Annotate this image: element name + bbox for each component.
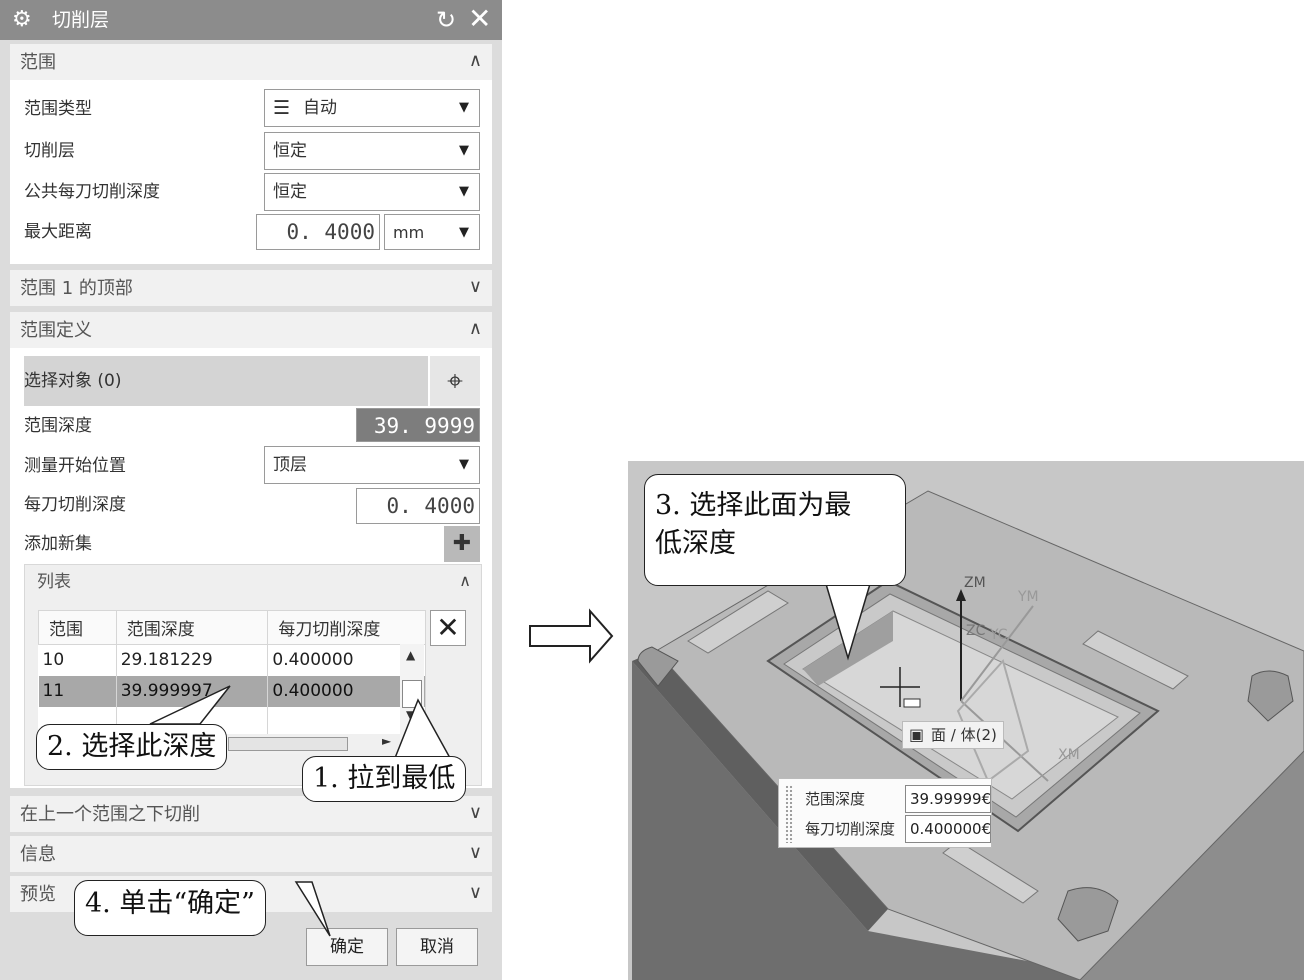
table-row[interactable]: 10 29.181229 0.400000 bbox=[38, 644, 426, 676]
measure-from-value: 顶层 bbox=[273, 455, 307, 475]
dropdown-arrow-icon: ▼ bbox=[459, 143, 469, 158]
cut-levels-value: 恒定 bbox=[273, 141, 307, 161]
selection-tooltip: ▣ 面 / 体(2) bbox=[902, 721, 1004, 749]
add-set-icon: ✚ bbox=[452, 531, 472, 556]
section-title: 在上一个范围之下切削 bbox=[20, 804, 200, 825]
close-icon[interactable]: ✕ bbox=[468, 4, 491, 34]
cell-range: 10 bbox=[38, 644, 117, 676]
dropdown-arrow-icon: ▼ bbox=[459, 184, 469, 199]
depth-per-cut-input[interactable]: 0. 4000 bbox=[356, 488, 480, 524]
range-top-section-header[interactable]: 范围 1 的顶部 ∨ bbox=[10, 270, 492, 306]
axis-label-xm: XM bbox=[1058, 747, 1080, 763]
section-title: 信息 bbox=[20, 844, 56, 865]
axis-label-zm: ZM bbox=[964, 575, 986, 591]
range-section-header[interactable]: 范围 ∧ bbox=[10, 44, 492, 80]
range-depth-label: 范围深度 bbox=[24, 416, 92, 436]
unit-select[interactable]: mm ▼ bbox=[384, 214, 480, 250]
range-depth-label: 范围深度 bbox=[805, 790, 866, 808]
dropdown-arrow-icon: ▼ bbox=[459, 457, 469, 472]
range-type-value: 自动 bbox=[303, 98, 337, 118]
cut-levels-dialog: ⚙ 切削层 ↻ ✕ 范围 ∧ 范围类型 ☰ 自动 ▼ 切削层 恒定 ▼ 公共每刀… bbox=[0, 0, 502, 980]
info-section-header[interactable]: 信息 ∨ bbox=[10, 836, 492, 872]
select-object-label: 选择对象 (0) bbox=[24, 371, 122, 391]
cell-depth: 39.999997 bbox=[116, 675, 269, 707]
list-title: 列表 bbox=[37, 572, 71, 592]
scrollbar-thumb[interactable] bbox=[228, 737, 348, 751]
tooltip-text: 面 / 体(2) bbox=[931, 726, 997, 744]
dropdown-arrow-icon: ▼ bbox=[459, 100, 469, 115]
cell-depth: 29.181229 bbox=[116, 644, 269, 676]
select-object-row[interactable]: 选择对象 (0) ⌖ bbox=[24, 356, 480, 406]
callout-step-3-line2: 低深度 bbox=[655, 528, 736, 559]
crosshair-icon[interactable]: ⌖ bbox=[428, 356, 480, 406]
depth-per-cut-input[interactable]: 0.400000€ bbox=[905, 815, 991, 843]
scroll-up-icon[interactable]: ▲ bbox=[406, 648, 415, 662]
delete-x-icon: ✕ bbox=[436, 611, 460, 644]
scroll-down-icon[interactable]: ▼ bbox=[406, 708, 415, 722]
common-depth-select[interactable]: 恒定 ▼ bbox=[264, 173, 480, 211]
section-title: 范围定义 bbox=[20, 320, 92, 341]
column-header[interactable]: 每刀切削深度 bbox=[267, 610, 426, 645]
cut-levels-label: 切削层 bbox=[24, 141, 75, 161]
axis-label-yc: YC bbox=[990, 627, 1008, 643]
table-row-selected[interactable]: 11 39.999997 0.400000 bbox=[38, 675, 426, 707]
dialog-titlebar: ⚙ 切削层 ↻ ✕ bbox=[0, 0, 502, 40]
max-distance-label: 最大距离 bbox=[24, 222, 92, 242]
cell-range: 11 bbox=[38, 675, 117, 707]
ok-button[interactable]: 确定 bbox=[306, 928, 388, 966]
cut-levels-select[interactable]: 恒定 ▼ bbox=[264, 132, 480, 170]
scrollbar-thumb[interactable] bbox=[402, 680, 422, 708]
add-new-set-label: 添加新集 bbox=[24, 534, 92, 554]
list-vertical-scrollbar[interactable]: ▲ ▼ bbox=[400, 644, 424, 744]
onscreen-input-box: 范围深度 39.99999€ 每刀切削深度 0.400000€ bbox=[778, 778, 992, 848]
range-depth-input[interactable]: 39. 9999 bbox=[356, 408, 480, 442]
range-depth-input[interactable]: 39.99999€ bbox=[905, 785, 991, 813]
common-depth-label: 公共每刀切削深度 bbox=[24, 182, 160, 202]
axis-label-zc: ZC bbox=[966, 623, 986, 639]
range-definition-header[interactable]: 范围定义 ∧ bbox=[10, 312, 492, 348]
right-arrow-icon bbox=[529, 608, 614, 664]
gear-icon: ⚙ bbox=[12, 7, 32, 32]
max-distance-input[interactable]: 0. 4000 bbox=[256, 214, 380, 250]
axis-label-ym: YM bbox=[1018, 589, 1039, 605]
section-title: 预览 bbox=[20, 884, 56, 905]
unit-value: mm bbox=[393, 223, 425, 242]
depth-per-cut-label: 每刀切削深度 bbox=[805, 820, 896, 838]
measure-from-label: 测量开始位置 bbox=[24, 456, 126, 476]
range-list-table: 范围 范围深度 每刀切削深度 10 29.181229 0.400000 11 … bbox=[38, 610, 426, 738]
scroll-right-icon[interactable]: ► bbox=[382, 734, 391, 748]
cube-icon: ▣ bbox=[909, 725, 925, 744]
drag-handle-icon[interactable] bbox=[785, 785, 793, 843]
cancel-button[interactable]: 取消 bbox=[396, 928, 478, 966]
chevron-down-icon: ∨ bbox=[468, 802, 482, 823]
chevron-down-icon: ∨ bbox=[468, 276, 482, 297]
column-header[interactable]: 范围深度 bbox=[115, 610, 269, 645]
section-title: 范围 1 的顶部 bbox=[20, 278, 133, 299]
range-type-select[interactable]: ☰ 自动 ▼ bbox=[264, 89, 480, 127]
measure-from-select[interactable]: 顶层 ▼ bbox=[264, 446, 480, 484]
dialog-title: 切削层 bbox=[52, 9, 110, 31]
reset-icon[interactable]: ↻ bbox=[436, 6, 456, 34]
callout-step-1: 1. 拉到最低 bbox=[302, 756, 467, 802]
common-depth-value: 恒定 bbox=[273, 182, 307, 202]
callout-step-4: 4. 单击“确定” bbox=[74, 880, 266, 936]
column-header[interactable]: 范围 bbox=[38, 610, 117, 645]
chevron-up-icon: ∧ bbox=[468, 50, 482, 71]
chevron-down-icon: ∨ bbox=[468, 882, 482, 903]
callout-step-2: 2. 选择此深度 bbox=[36, 724, 228, 770]
table-header-row: 范围 范围深度 每刀切削深度 bbox=[38, 610, 426, 645]
chevron-up-icon: ∧ bbox=[468, 318, 482, 339]
dropdown-arrow-icon: ▼ bbox=[459, 225, 469, 240]
delete-row-button[interactable]: ✕ bbox=[430, 610, 466, 646]
add-new-set-button[interactable]: ✚ bbox=[444, 526, 480, 562]
auto-list-icon: ☰ bbox=[273, 97, 291, 119]
chevron-up-icon[interactable]: ∧ bbox=[459, 571, 471, 590]
callout-step-3: 3. 选择此面为最 低深度 bbox=[644, 474, 906, 586]
depth-per-cut-label: 每刀切削深度 bbox=[24, 495, 126, 515]
callout-step-3-line1: 3. 选择此面为最 bbox=[655, 490, 852, 521]
range-type-label: 范围类型 bbox=[24, 99, 92, 119]
section-title: 范围 bbox=[20, 52, 56, 73]
chevron-down-icon: ∨ bbox=[468, 842, 482, 863]
